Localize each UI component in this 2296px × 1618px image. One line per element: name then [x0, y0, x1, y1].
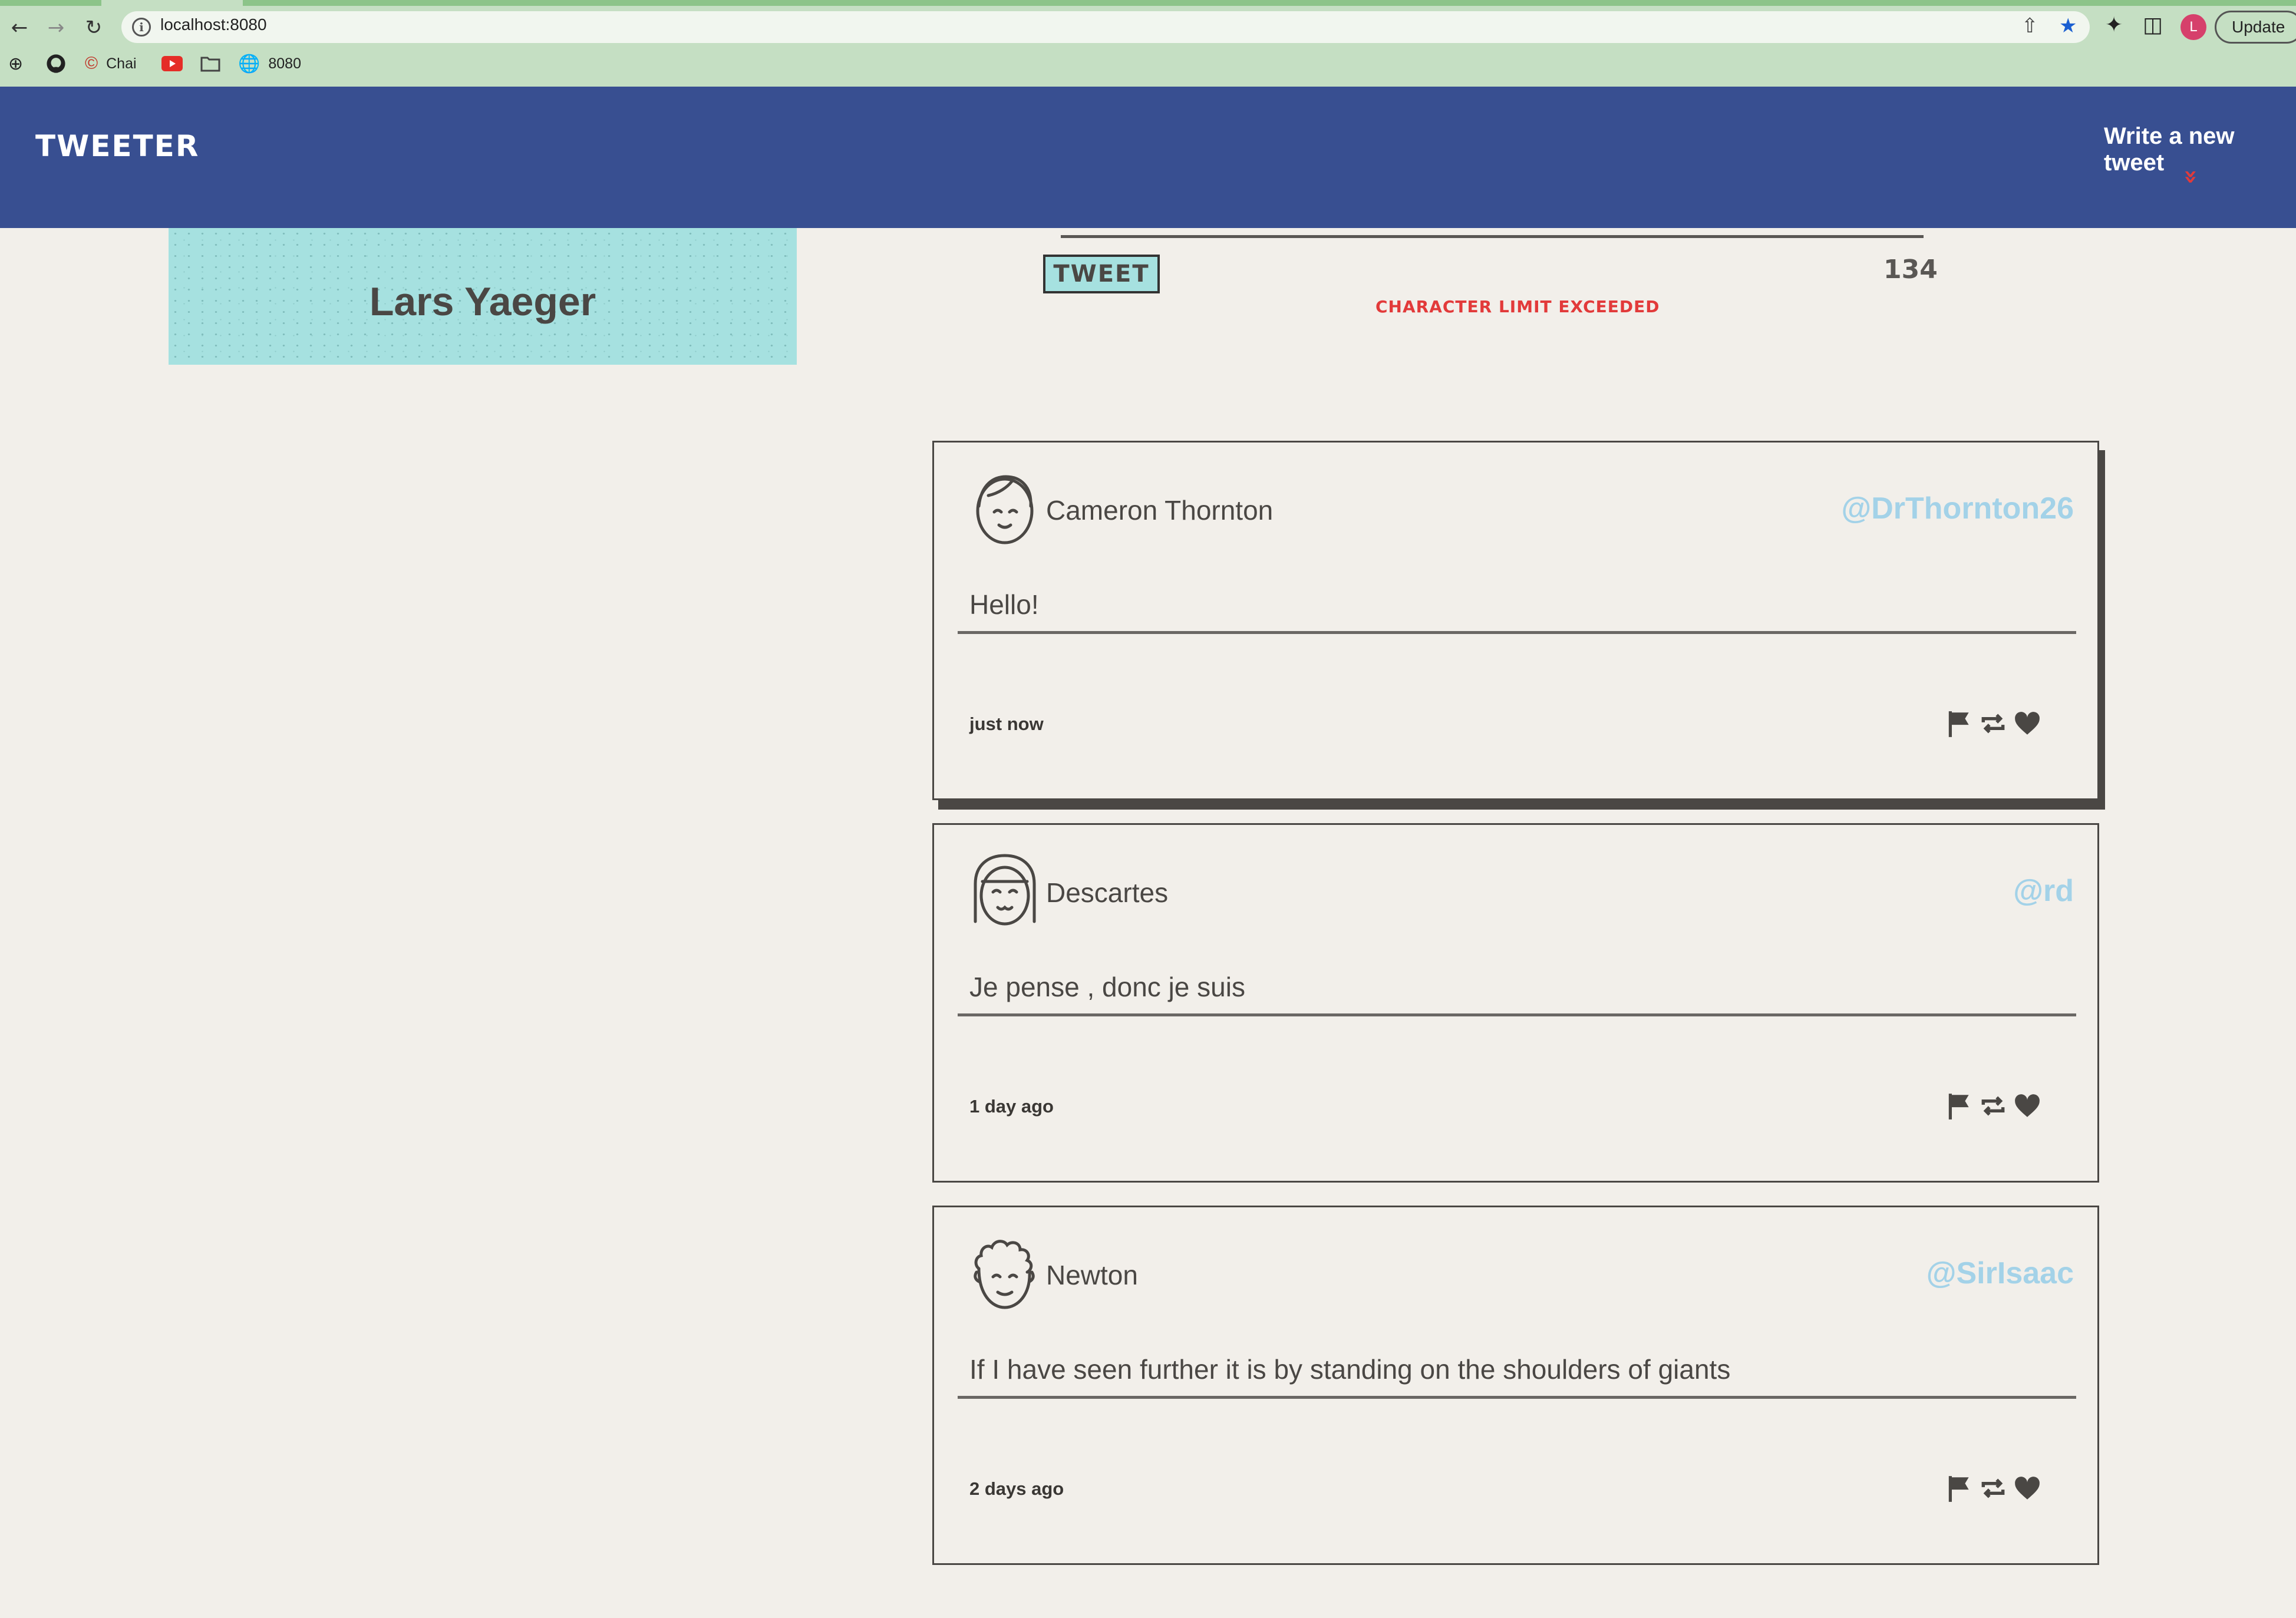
- retweet-icon[interactable]: [1978, 1474, 2008, 1503]
- add-circle-icon: ⊕: [8, 54, 24, 74]
- write-new-tweet-link[interactable]: Write a new tweet: [2104, 123, 2296, 176]
- tweet-card[interactable]: Cameron Thornton @DrThornton26 Hello! ju…: [932, 441, 2099, 800]
- character-limit-error: CHARACTER LIMIT EXCEEDED: [1375, 297, 1660, 316]
- profile-avatar[interactable]: L: [2180, 14, 2206, 40]
- bookmark-github[interactable]: [46, 52, 66, 75]
- globe-icon: 🌐: [238, 54, 260, 74]
- flag-icon[interactable]: [1944, 709, 1974, 738]
- share-icon[interactable]: ⇧: [2021, 14, 2038, 38]
- reload-icon[interactable]: ↻: [79, 13, 108, 42]
- flag-icon[interactable]: [1944, 1091, 1974, 1121]
- heart-icon[interactable]: [2013, 1091, 2042, 1121]
- character-counter: 134: [1883, 255, 1938, 285]
- avatar-boy-icon: [976, 475, 1034, 544]
- tweet-text: If I have seen further it is by standing…: [969, 1354, 1731, 1385]
- extensions-icon[interactable]: ✦: [2105, 13, 2123, 37]
- bookmark-star-icon[interactable]: ★: [2059, 14, 2077, 38]
- browser-chrome: ← → ↻ i localhost:8080 ⇧ ★ ✦ ◫ L Update …: [0, 0, 2296, 87]
- tweet-card[interactable]: Newton @SirIsaac If I have seen further …: [932, 1206, 2099, 1565]
- flag-icon[interactable]: [1944, 1474, 1974, 1503]
- profile-card: Lars Yaeger: [169, 228, 797, 365]
- tweet-text: Je pense , donc je suis: [969, 972, 1245, 1002]
- avatar-girl-icon: [974, 854, 1036, 926]
- double-chevron-down-icon[interactable]: »: [2178, 169, 2205, 184]
- bookmark-8080[interactable]: 🌐 8080: [238, 52, 301, 75]
- bookmark-add[interactable]: ⊕: [8, 52, 23, 75]
- side-panel-icon[interactable]: ◫: [2143, 13, 2163, 37]
- bookmark-label: Chai: [106, 55, 137, 72]
- heart-icon[interactable]: [2013, 1474, 2042, 1503]
- github-icon: [47, 54, 65, 73]
- tweet-timestamp: 2 days ago: [969, 1478, 1064, 1499]
- tweet-author-handle: @rd: [2013, 874, 2074, 908]
- tweet-author-handle: @SirIsaac: [1926, 1256, 2074, 1290]
- tweet-actions: [1944, 1091, 2042, 1121]
- chai-icon: ©: [85, 54, 98, 73]
- tweet-timestamp: 1 day ago: [969, 1096, 1054, 1117]
- app-logo[interactable]: TWEETER: [35, 129, 199, 163]
- bookmark-chai[interactable]: © Chai: [85, 52, 137, 75]
- tweet-author-handle: @DrThornton26: [1841, 491, 2074, 526]
- address-bar[interactable]: [121, 11, 2090, 43]
- divider: [958, 631, 2076, 634]
- avatar-curly-hair-icon: [974, 1240, 1035, 1309]
- profile-name: Lars Yaeger: [369, 279, 596, 324]
- retweet-icon[interactable]: [1978, 1091, 2008, 1121]
- update-button[interactable]: Update: [2215, 11, 2296, 44]
- folder-icon: [200, 57, 220, 72]
- app-header: TWEETER Write a new tweet »: [0, 87, 2296, 228]
- tweet-actions: [1944, 1474, 2042, 1503]
- tweet-author-name: Descartes: [1046, 877, 1169, 908]
- forward-icon[interactable]: →: [41, 13, 71, 42]
- back-icon[interactable]: ←: [5, 13, 34, 42]
- tweet-text: Hello!: [969, 589, 1039, 620]
- tweet-textarea[interactable]: [1061, 235, 1924, 238]
- divider: [958, 1396, 2076, 1399]
- tweet-button[interactable]: TWEET: [1043, 255, 1160, 293]
- heart-icon[interactable]: [2013, 709, 2042, 738]
- bookmark-folder[interactable]: [200, 52, 220, 75]
- bookmark-youtube[interactable]: [161, 52, 183, 75]
- tweet-author-name: Cameron Thornton: [1046, 495, 1274, 526]
- tweet-author-name: Newton: [1046, 1260, 1138, 1290]
- tweet-timestamp: just now: [969, 714, 1044, 734]
- youtube-icon: [161, 56, 183, 71]
- retweet-icon[interactable]: [1978, 709, 2008, 738]
- bookmark-label: 8080: [268, 55, 301, 72]
- tab-gap: [101, 0, 243, 6]
- tab-strip: [0, 0, 2296, 6]
- divider: [958, 1013, 2076, 1016]
- tweet-card[interactable]: Descartes @rd Je pense , donc je suis 1 …: [932, 823, 2099, 1183]
- tweet-actions: [1944, 709, 2042, 738]
- site-info-icon[interactable]: i: [132, 18, 151, 37]
- url-text[interactable]: localhost:8080: [160, 15, 267, 34]
